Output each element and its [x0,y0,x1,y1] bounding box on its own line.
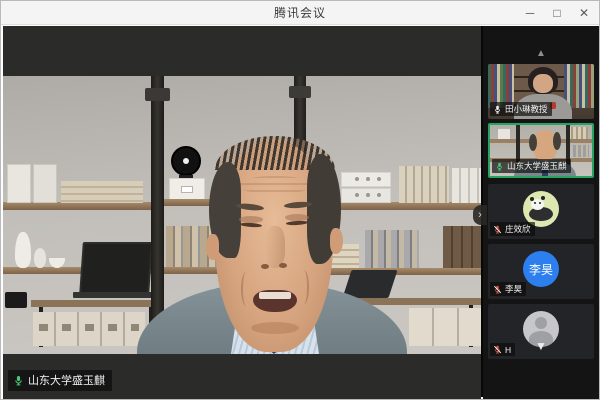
participant-name: 庄效欣 [505,223,531,235]
participant-name: 李昊 [505,283,522,295]
mic-speaking-icon [495,161,504,172]
app-window: 腾讯会议 ─ □ ✕ [0,0,600,400]
scene-file-box [7,164,31,203]
speaker-smile-fold [299,270,309,304]
scene-hole-box [341,188,391,203]
participant-name-tag: 田小琳教授 [490,102,552,116]
tile-box [498,129,510,139]
arrow-up-icon: ▲ [536,48,546,59]
mic-muted-icon [493,224,502,235]
person-silhouette-icon [535,317,547,329]
mic-speaking-icon [13,374,24,387]
scene-camera [5,292,27,308]
scene-box-holes [355,177,359,181]
titlebar[interactable]: 腾讯会议 ─ □ ✕ [1,1,599,25]
scene-storage-boxes [409,308,481,346]
participant-avatar: 李昊 [523,251,559,287]
scene-books [452,168,481,203]
tile-books [573,145,589,157]
maximize-button[interactable]: □ [550,6,564,20]
scene-post-joint [289,86,311,98]
participant-tile-li-hao[interactable]: 李昊 李昊 [488,244,594,299]
scene-post-joint [145,88,170,101]
scene-vase [34,248,46,268]
scene-shelf [3,202,155,210]
participant-tile-sheng-yuqi[interactable]: 山东大学盛玉麒 [488,123,594,178]
participant-name-tag: 庄效欣 [490,222,535,236]
scene-books [443,226,481,268]
tile-books [568,127,588,139]
speaker-name: 山东大学盛玉麒 [28,372,105,388]
speaker-teeth [259,292,291,299]
window-controls: ─ □ ✕ [523,1,591,24]
scene-bench [31,300,163,307]
scene-box-holes [355,193,359,197]
tile-person-hair [553,132,561,150]
participant-name-tag: H [490,343,515,356]
speaker-name-tag: 山东大学盛玉麒 [8,370,112,391]
participant-tile-tian-xiaolin[interactable]: 田小琳教授 [488,64,594,119]
scene-book-stack [61,181,143,203]
speaker-eyelid [239,216,263,223]
speaker-nostril [279,263,287,268]
scene-file-box [33,164,57,203]
avatar-initials: 李昊 [529,261,553,278]
speaker-ear [206,234,219,260]
scene-vase [15,232,31,268]
video-letterbox-top [3,26,481,76]
main-video-scene [3,76,481,354]
participant-name: H [505,345,511,355]
scene-hole-box [341,172,391,187]
participant-name: 山东大学盛玉麒 [507,160,567,172]
participant-name-tag: 李昊 [490,282,526,296]
mic-on-icon [493,104,502,115]
mic-muted-icon [493,284,502,295]
main-video[interactable]: 山东大学盛玉麒 [3,26,481,399]
participants-sidebar: ▲ 田小琳教授 [483,26,599,399]
scene-clock-face [183,158,189,164]
scene-box-labels [39,324,139,331]
tile-person-hair [529,134,537,151]
meeting-content: 山东大学盛玉麒 › ▲ [3,26,597,397]
speaker-forehead [237,176,313,194]
avatar-panda-eyes [534,202,536,204]
speaker-ear [330,228,343,254]
window-title: 腾讯会议 [274,4,326,21]
tile-books [564,64,594,108]
sidebar-collapse-button[interactable]: › [473,205,487,225]
scroll-up-button[interactable]: ▲ [483,48,599,60]
participant-name-tag: 山东大学盛玉麒 [492,159,571,173]
speaker-nose [265,226,285,268]
scene-tablet [342,270,397,298]
close-button[interactable]: ✕ [577,6,591,20]
avatar-panda-ears [530,197,534,201]
speaker-smile-fold [241,272,251,306]
speaker-chin [251,322,299,334]
scene-laptop [79,242,153,294]
scene-white-box-label [181,186,193,193]
scene-laptop-base [73,292,159,298]
chevron-right-icon: › [478,209,482,221]
arrow-down-icon: ▼ [535,339,547,353]
scene-books [365,230,419,268]
participant-name: 田小琳教授 [505,103,548,115]
speaker-eyelid [285,214,309,221]
minimize-button[interactable]: ─ [523,6,537,20]
speaker-nostril [261,264,269,269]
scene-books [399,166,449,203]
participant-tile-zhuang[interactable]: 庄效欣 [488,184,594,239]
tile-person-face [533,74,553,93]
mic-muted-icon [493,344,502,355]
